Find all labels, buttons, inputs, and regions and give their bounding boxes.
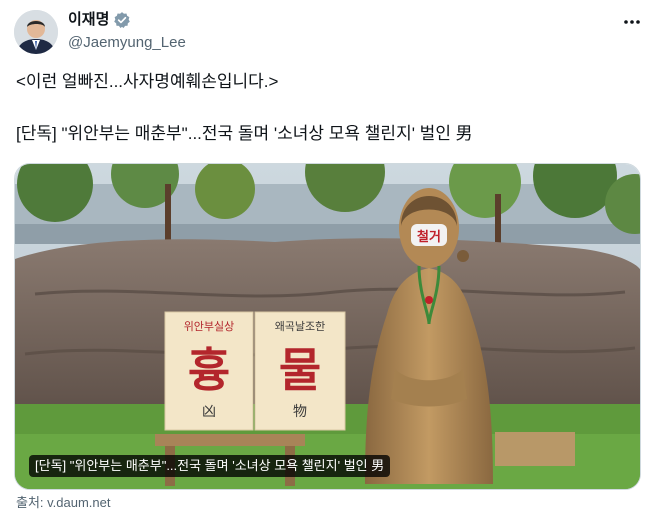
more-options-icon[interactable] (622, 12, 642, 32)
sign-left-top: 위안부실상 (184, 320, 235, 333)
tweet-text: <이런 얼빠진...사자명예훼손입니다.> [단독] "위안부는 매춘부"...… (16, 70, 636, 146)
mask-text: 철거 (417, 229, 441, 245)
statue-photo: 위안부실상 흉 凶 왜곡날조한 물 物 철거 (15, 164, 640, 489)
avatar-image (14, 10, 58, 54)
sign-right-hanja: 物 (293, 404, 307, 420)
avatar[interactable] (14, 10, 58, 54)
handle[interactable]: @Jaemyung_Lee (68, 33, 186, 53)
author-name-row: 이재명 (68, 10, 131, 30)
tweet: 이재명 @Jaemyung_Lee <이런 얼빠진...사자명예훼손입니다.> … (0, 0, 658, 520)
sign-right-big: 물 (279, 343, 321, 397)
sign-left-big: 흉 (188, 343, 230, 397)
tweet-text-line-2: [단독] "위안부는 매춘부"...전국 돌며 '소녀상 모욕 챌린지' 벌인 … (16, 124, 473, 143)
display-name[interactable]: 이재명 (68, 10, 109, 30)
link-source[interactable]: 출처: v.daum.net (16, 494, 111, 512)
sign-right-top: 왜곡날조한 (275, 320, 326, 333)
article-card-image[interactable]: 위안부실상 흉 凶 왜곡날조한 물 物 철거 [단독] "위안부는 매춘부"..… (14, 163, 641, 490)
sign-left-hanja: 凶 (202, 404, 216, 420)
tweet-text-line-1: <이런 얼빠진...사자명예훼손입니다.> (16, 72, 279, 91)
verified-badge-icon (113, 11, 131, 29)
card-caption: [단독] "위안부는 매춘부"...전국 돌며 '소녀상 모욕 챌린지' 벌인 … (29, 455, 391, 477)
